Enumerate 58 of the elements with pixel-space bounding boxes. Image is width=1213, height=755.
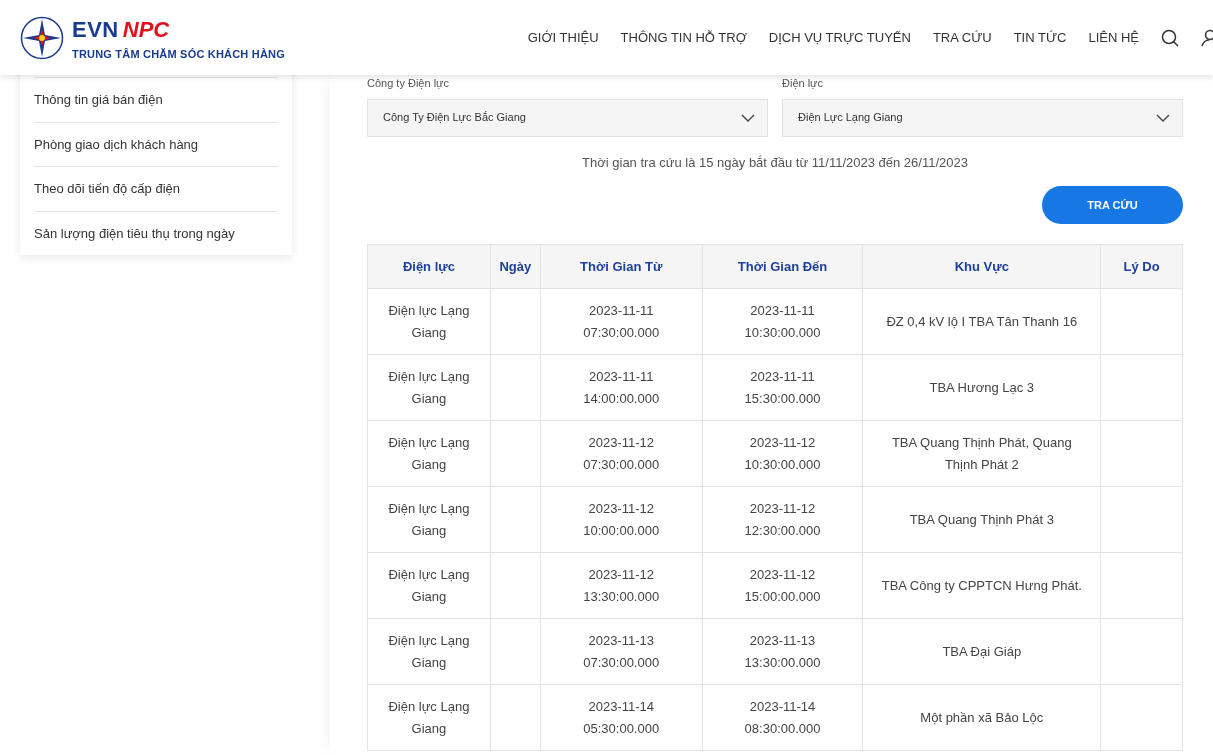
nav-link[interactable]: THÔNG TIN HỖ TRỢ bbox=[620, 27, 747, 48]
date-range-notice: Thời gian tra cứu là 15 ngày bắt đầu từ 11/11/2023 đến 26/11/2023 bbox=[581, 153, 969, 172]
brand-name: EVN bbox=[72, 16, 119, 42]
table-cell: 2023-11-12 13:30:00.000 bbox=[540, 552, 703, 619]
column-header: Lý Do bbox=[1100, 244, 1183, 289]
column-header: Ngày bbox=[490, 244, 541, 289]
sidebar-item[interactable]: Sản lượng điện tiêu thụ trong ngày bbox=[34, 210, 278, 255]
table-cell: TBA Đại Giáp bbox=[863, 618, 1101, 685]
table-cell: 2023-11-14 08:30:00.000 bbox=[702, 684, 863, 751]
table-cell: ĐZ 0,4 kV lộ I TBA Tân Thanh 16 bbox=[863, 288, 1101, 355]
search-icon[interactable] bbox=[1161, 28, 1179, 47]
table-cell: 2023-11-11 07:30:00.000 bbox=[540, 288, 703, 355]
select-field[interactable]: Công Ty Điện Lực Bắc Giang bbox=[367, 98, 768, 137]
table-cell: Điện lực Lạng Giang bbox=[367, 354, 491, 421]
table-cell: 2023-11-11 14:00:00.000 bbox=[540, 354, 703, 421]
table-cell: TBA Công ty CPPTCN Hưng Phát. bbox=[863, 552, 1101, 619]
nav-link[interactable]: DỊCH VỤ TRỰC TUYẾN bbox=[768, 27, 911, 48]
brand-name: NPC bbox=[122, 16, 170, 42]
table-cell: 2023-11-13 13:30:00.000 bbox=[702, 618, 863, 685]
column-header: Thời Gian Đến bbox=[702, 244, 863, 289]
table-cell: 2023-11-12 10:00:00.000 bbox=[540, 486, 703, 553]
field-label: Công ty Điện lực bbox=[367, 76, 450, 91]
sidebar-item[interactable]: Theo dõi tiến độ cấp điện bbox=[34, 166, 278, 211]
table-cell: Điện lực Lạng Giang bbox=[367, 420, 491, 487]
chevron-down-icon bbox=[1156, 113, 1170, 122]
column-header: Điện lực bbox=[367, 244, 491, 289]
table-cell: Một phần xã Bảo Lộc bbox=[863, 684, 1101, 751]
table-cell: 2023-11-11 10:30:00.000 bbox=[702, 288, 863, 355]
nav-link[interactable]: TRA CỨU bbox=[932, 27, 992, 48]
table-cell: 2023-11-12 15:00:00.000 bbox=[702, 552, 863, 619]
table-cell: TBA Quang Thịnh Phát 3 bbox=[863, 486, 1101, 553]
sidebar-item[interactable]: Thông tin giá bán điện bbox=[34, 77, 278, 122]
table-cell: 2023-11-11 15:30:00.000 bbox=[702, 354, 863, 421]
table-cell: 2023-11-12 12:30:00.000 bbox=[702, 486, 863, 553]
sidebar-item[interactable]: Phòng giao dịch khách hàng bbox=[34, 121, 278, 166]
chevron-down-icon bbox=[741, 113, 755, 122]
table-cell: TBA Hương Lạc 3 bbox=[863, 354, 1101, 421]
table-cell: Điện lực Lạng Giang bbox=[367, 486, 491, 553]
select-field[interactable]: Điện Lực Lạng Giang bbox=[782, 98, 1183, 137]
nav-link[interactable]: GIỚI THIỆU bbox=[527, 27, 599, 48]
nav-link[interactable]: LIÊN HỆ bbox=[1088, 27, 1139, 48]
table-cell: Điện lực Lạng Giang bbox=[367, 288, 491, 355]
user-icon[interactable] bbox=[1201, 28, 1213, 47]
logo-icon bbox=[20, 15, 64, 60]
table-cell: TBA Quang Thịnh Phát, Quang Thịnh Phát 2 bbox=[863, 420, 1101, 487]
column-header: Khu Vực bbox=[863, 244, 1101, 289]
nav-link[interactable]: TIN TỨC bbox=[1013, 27, 1067, 48]
table-cell: Điện lực Lạng Giang bbox=[367, 684, 491, 751]
column-header: Thời Gian Từ bbox=[540, 244, 703, 289]
search-button[interactable]: TRA CỨU bbox=[1042, 186, 1183, 224]
field-label: Điện lực bbox=[782, 76, 824, 91]
table-cell: 2023-11-12 10:30:00.000 bbox=[702, 420, 863, 487]
table-cell: 2023-11-13 07:30:00.000 bbox=[540, 618, 703, 685]
table-cell: Điện lực Lạng Giang bbox=[367, 618, 491, 685]
table-cell: 2023-11-12 07:30:00.000 bbox=[540, 420, 703, 487]
table-cell: 2023-11-14 05:30:00.000 bbox=[540, 684, 703, 751]
brand-subtitle: TRUNG TÂM CHĂM SÓC KHÁCH HÀNG bbox=[72, 46, 285, 62]
table-cell: Điện lực Lạng Giang bbox=[367, 552, 491, 619]
